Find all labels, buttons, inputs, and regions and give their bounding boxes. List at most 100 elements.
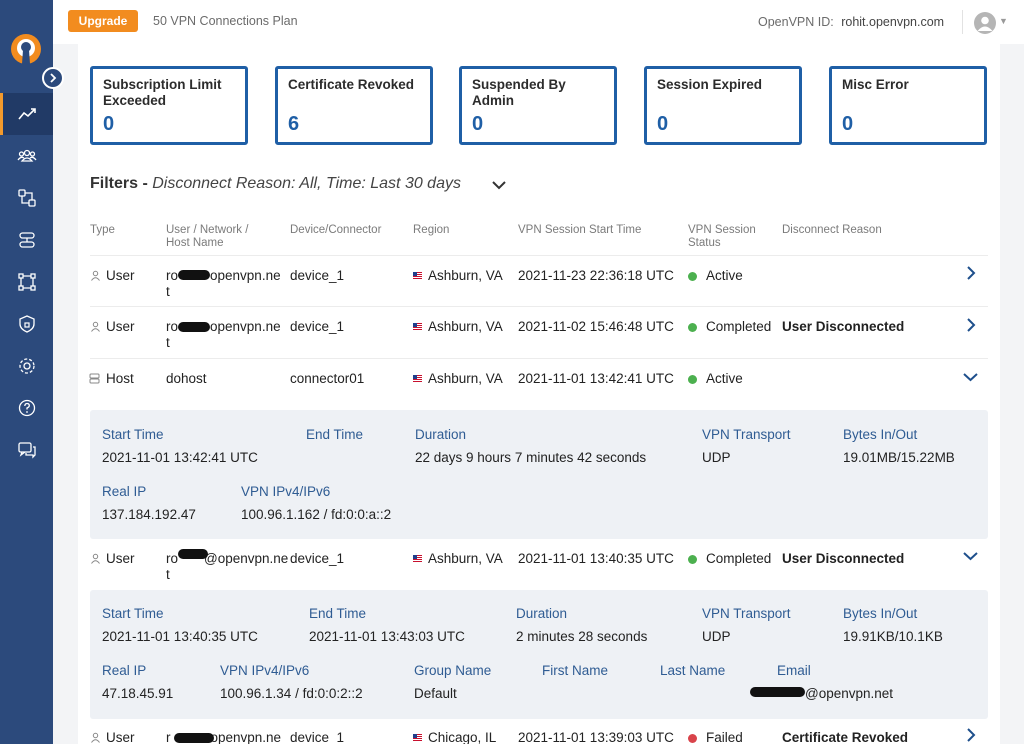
detail-label-bytes: Bytes In/Out xyxy=(843,427,918,442)
user-suffix: t xyxy=(166,567,170,582)
chevron-right-icon[interactable] xyxy=(964,318,978,332)
user-domain: @openvpn.ne xyxy=(204,551,289,566)
column-header-user[interactable]: User / Network / Host Name xyxy=(166,224,248,250)
openvpn-id: OpenVPN ID: rohit.openvpn.com xyxy=(758,15,944,29)
us-flag-icon xyxy=(413,734,422,741)
redaction-mark xyxy=(178,270,210,280)
detail-label-last-name: Last Name xyxy=(660,663,726,678)
sidebar xyxy=(0,0,64,744)
stat-card-session-expired[interactable]: Session Expired 0 xyxy=(644,66,802,145)
connectors-icon xyxy=(17,273,36,291)
nav-item-help[interactable] xyxy=(0,387,53,429)
column-header-status[interactable]: VPN Session Status xyxy=(688,224,756,250)
nav-item-networks[interactable] xyxy=(0,177,53,219)
user-domain: openvpn.ne xyxy=(210,268,281,283)
row-region: Ashburn, VA xyxy=(428,319,503,334)
row-type: User xyxy=(106,268,135,283)
sidebar-collapse-button[interactable] xyxy=(42,67,64,89)
detail-label-duration: Duration xyxy=(415,427,467,442)
row-region: Chicago, IL xyxy=(428,730,497,744)
stat-value: 0 xyxy=(657,113,669,135)
filters-label: Filters - xyxy=(90,175,153,192)
us-flag-icon xyxy=(413,272,422,279)
nav-item-activity[interactable] xyxy=(0,93,53,135)
detail-duration: 2 minutes 28 seconds xyxy=(516,629,648,644)
divider xyxy=(90,255,988,256)
nav-item-security[interactable] xyxy=(0,303,53,345)
detail-real-ip: 137.184.192.47 xyxy=(102,507,196,522)
detail-vpn-ip: 100.96.1.162 / fd:0:0:a::2 xyxy=(241,507,392,522)
column-header-disconnect-reason[interactable]: Disconnect Reason xyxy=(782,224,882,237)
redaction-mark xyxy=(178,322,210,332)
row-status: Completed xyxy=(706,319,772,334)
detail-label-transport: VPN Transport xyxy=(702,427,791,442)
detail-label-start-time: Start Time xyxy=(102,606,164,621)
stat-card-subscription-limit[interactable]: Subscription Limit Exceeded 0 xyxy=(90,66,248,145)
openvpn-logo-icon[interactable] xyxy=(10,33,42,65)
column-header-device[interactable]: Device/Connector xyxy=(290,224,381,237)
avatar[interactable] xyxy=(974,12,996,34)
stat-value: 0 xyxy=(472,113,484,135)
gear-icon xyxy=(18,358,35,374)
nav-item-hosts[interactable] xyxy=(0,219,53,261)
chevron-down-icon[interactable] xyxy=(962,549,979,563)
status-dot-active xyxy=(688,272,697,281)
stat-title: Subscription Limit Exceeded xyxy=(103,77,222,108)
detail-start-time: 2021-11-01 13:40:35 UTC xyxy=(102,629,258,644)
detail-bytes: 19.91KB/10.1KB xyxy=(843,629,943,644)
divider xyxy=(90,306,988,307)
detail-duration: 22 days 9 hours 7 minutes 42 seconds xyxy=(415,450,647,465)
detail-start-time: 2021-11-01 13:42:41 UTC xyxy=(102,450,258,465)
column-header-type[interactable]: Type xyxy=(90,224,115,237)
main-content: Subscription Limit Exceeded 0 Certificat… xyxy=(78,44,1000,744)
chevron-right-icon[interactable] xyxy=(964,266,978,280)
column-header-user-line2: Host Name xyxy=(166,237,224,249)
row-status: Completed xyxy=(706,551,772,566)
row-user[interactable]: dohost xyxy=(166,371,207,387)
session-detail-panel: Start Time 2021-11-01 13:42:41 UTC End T… xyxy=(90,410,988,539)
detail-label-group: Group Name xyxy=(414,663,492,678)
openvpn-id-value: rohit.openvpn.com xyxy=(841,15,945,29)
nav-item-users[interactable] xyxy=(0,135,53,177)
stat-title: Misc Error xyxy=(842,77,909,92)
detail-label-duration: Duration xyxy=(516,606,568,621)
row-device: device_1 xyxy=(290,268,345,283)
user-domain: openvpn.ne xyxy=(210,319,281,334)
detail-end-time: 2021-11-01 13:43:03 UTC xyxy=(309,629,465,644)
plan-label: 50 VPN Connections Plan xyxy=(153,14,298,28)
stat-card-certificate-revoked[interactable]: Certificate Revoked 6 xyxy=(275,66,433,145)
user-suffix: t xyxy=(166,335,170,350)
detail-email: @openvpn.net xyxy=(805,686,894,701)
detail-transport: UDP xyxy=(702,629,731,644)
chevron-down-icon[interactable] xyxy=(962,370,979,384)
avatar-caret-icon[interactable]: ▼ xyxy=(999,16,1008,26)
detail-label-start-time: Start Time xyxy=(102,427,164,442)
status-dot-completed xyxy=(688,555,697,564)
nav-item-support[interactable] xyxy=(0,429,53,471)
detail-label-email: Email xyxy=(777,663,811,678)
nav-item-settings[interactable] xyxy=(0,345,53,387)
activity-chart-icon xyxy=(17,108,36,120)
nav-item-connectors[interactable] xyxy=(0,261,53,303)
row-disconnect-reason: User Disconnected xyxy=(782,319,905,334)
chevron-down-icon[interactable] xyxy=(491,179,507,191)
upgrade-button[interactable]: Upgrade xyxy=(68,10,138,32)
stat-card-suspended-by-admin[interactable]: Suspended By Admin 0 xyxy=(459,66,617,145)
shield-icon xyxy=(18,315,35,333)
filters-summary[interactable]: Filters - Disconnect Reason: All, Time: … xyxy=(90,175,461,193)
stat-value: 0 xyxy=(842,113,854,135)
column-header-region[interactable]: Region xyxy=(413,224,449,237)
chevron-right-icon[interactable] xyxy=(964,728,978,742)
redaction-mark xyxy=(178,549,208,559)
stat-card-misc-error[interactable]: Misc Error 0 xyxy=(829,66,987,145)
stat-title: Suspended By Admin xyxy=(472,77,566,108)
detail-label-bytes: Bytes In/Out xyxy=(843,606,918,621)
column-header-start-time[interactable]: VPN Session Start Time xyxy=(518,224,641,237)
row-device: device_1 xyxy=(290,551,345,566)
row-disconnect-reason: User Disconnected xyxy=(782,551,905,566)
session-detail-panel: Start Time 2021-11-01 13:40:35 UTC End T… xyxy=(90,590,988,719)
redaction-mark xyxy=(750,687,805,697)
row-device: device_1 xyxy=(290,730,345,744)
row-status: Active xyxy=(706,268,743,283)
row-type: User xyxy=(106,551,135,566)
